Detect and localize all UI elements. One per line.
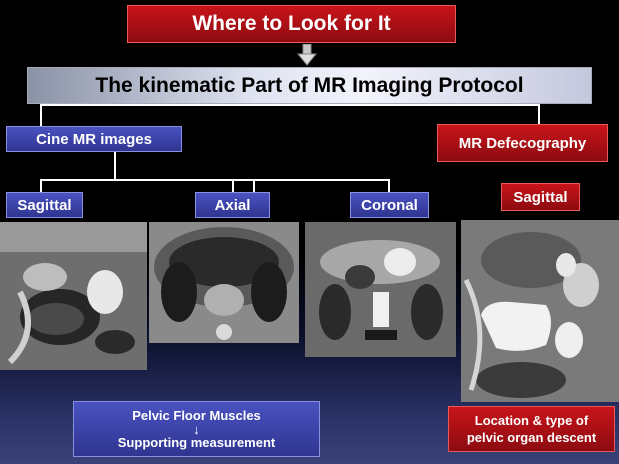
coronal-cine-label: Coronal	[350, 192, 429, 218]
sagittal-mr-image	[0, 222, 147, 370]
pelvic-organ-descent-label: pelvic organ descent	[466, 430, 597, 445]
organ-descent-outcome-box: Location & type of pelvic organ descent	[448, 406, 615, 452]
pelvic-floor-outcome-box: Pelvic Floor Muscles ↓ Supporting measur…	[73, 401, 320, 457]
sagittal-defecography-label: Sagittal	[501, 183, 580, 211]
cine-mr-label: Cine MR images	[6, 126, 182, 152]
sagittal-cine-label: Sagittal	[6, 192, 83, 218]
connector-line	[40, 179, 390, 181]
connector-line	[40, 179, 42, 193]
connector-line	[538, 104, 540, 125]
sagittal-defecography-image	[461, 220, 619, 402]
protocol-banner: The kinematic Part of MR Imaging Protoco…	[27, 67, 592, 104]
slide: Where to Look for It The kinematic Part …	[0, 0, 619, 464]
slide-title: Where to Look for It	[127, 5, 456, 43]
connector-line	[232, 179, 234, 193]
connector-line	[114, 152, 116, 181]
down-arrow-icon: ↓	[193, 421, 200, 437]
down-arrow-icon	[296, 44, 318, 66]
location-type-label: Location & type of	[474, 413, 589, 428]
axial-cine-label: Axial	[195, 192, 270, 218]
mr-defecography-label: MR Defecography	[437, 124, 608, 162]
coronal-mr-image	[305, 222, 456, 357]
connector-line	[253, 181, 255, 192]
connector-line	[388, 179, 390, 193]
connector-line	[40, 104, 42, 127]
supporting-measurement-label: Supporting measurement	[117, 434, 276, 450]
connector-line	[40, 104, 540, 106]
axial-mr-image	[149, 222, 299, 343]
